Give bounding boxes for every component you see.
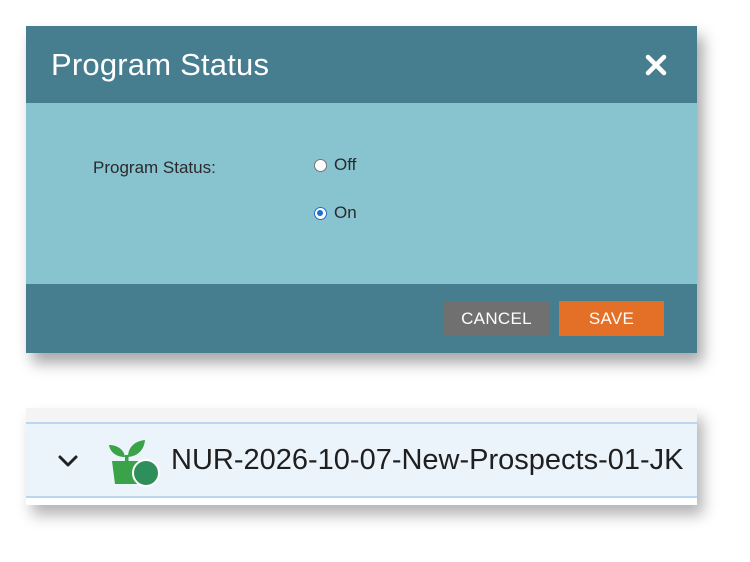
radio-option-off[interactable]: Off [314, 155, 356, 175]
program-name[interactable]: NUR-2026-10-07-New-Prospects-01-JK [171, 442, 684, 478]
dialog-header: Program Status [26, 26, 697, 103]
cancel-button[interactable]: CANCEL [443, 301, 550, 336]
radio-option-on[interactable]: On [314, 203, 357, 223]
dialog-title: Program Status [51, 47, 270, 82]
save-button[interactable]: SAVE [559, 301, 664, 336]
program-status-dialog: Program Status Program Status: Off On CA… [26, 26, 697, 353]
chevron-down-icon[interactable] [58, 454, 78, 472]
program-tree-item[interactable]: NUR-2026-10-07-New-Prospects-01-JK [26, 422, 697, 498]
radio-off-label: Off [334, 155, 357, 174]
radio-off[interactable] [314, 158, 327, 172]
radio-on[interactable] [314, 206, 327, 220]
program-tree-row: NUR-2026-10-07-New-Prospects-01-JK [26, 408, 697, 505]
radio-on-label: On [334, 203, 357, 222]
dialog-body: Program Status: Off On [26, 103, 697, 284]
program-icon [103, 439, 161, 492]
dialog-footer: CANCEL SAVE [26, 284, 697, 353]
program-status-label: Program Status: [93, 158, 216, 177]
tree-row-top-strip [26, 408, 697, 422]
close-icon[interactable] [643, 52, 669, 78]
